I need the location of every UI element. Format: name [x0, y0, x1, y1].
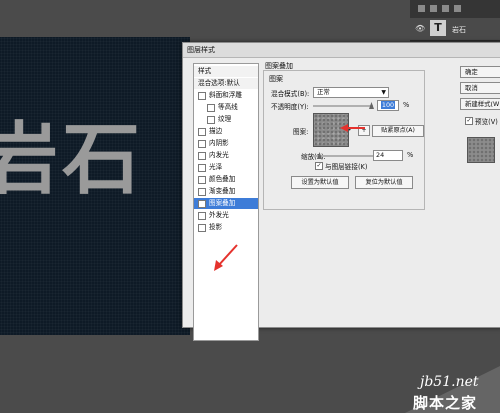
watermark-text: 脚本之家: [413, 394, 478, 412]
arrowhead-icon: [340, 124, 348, 132]
watermark-url: jb51.net: [420, 374, 479, 390]
annotation-arrows: [214, 124, 365, 271]
annotation-arrow-style: [217, 244, 238, 267]
